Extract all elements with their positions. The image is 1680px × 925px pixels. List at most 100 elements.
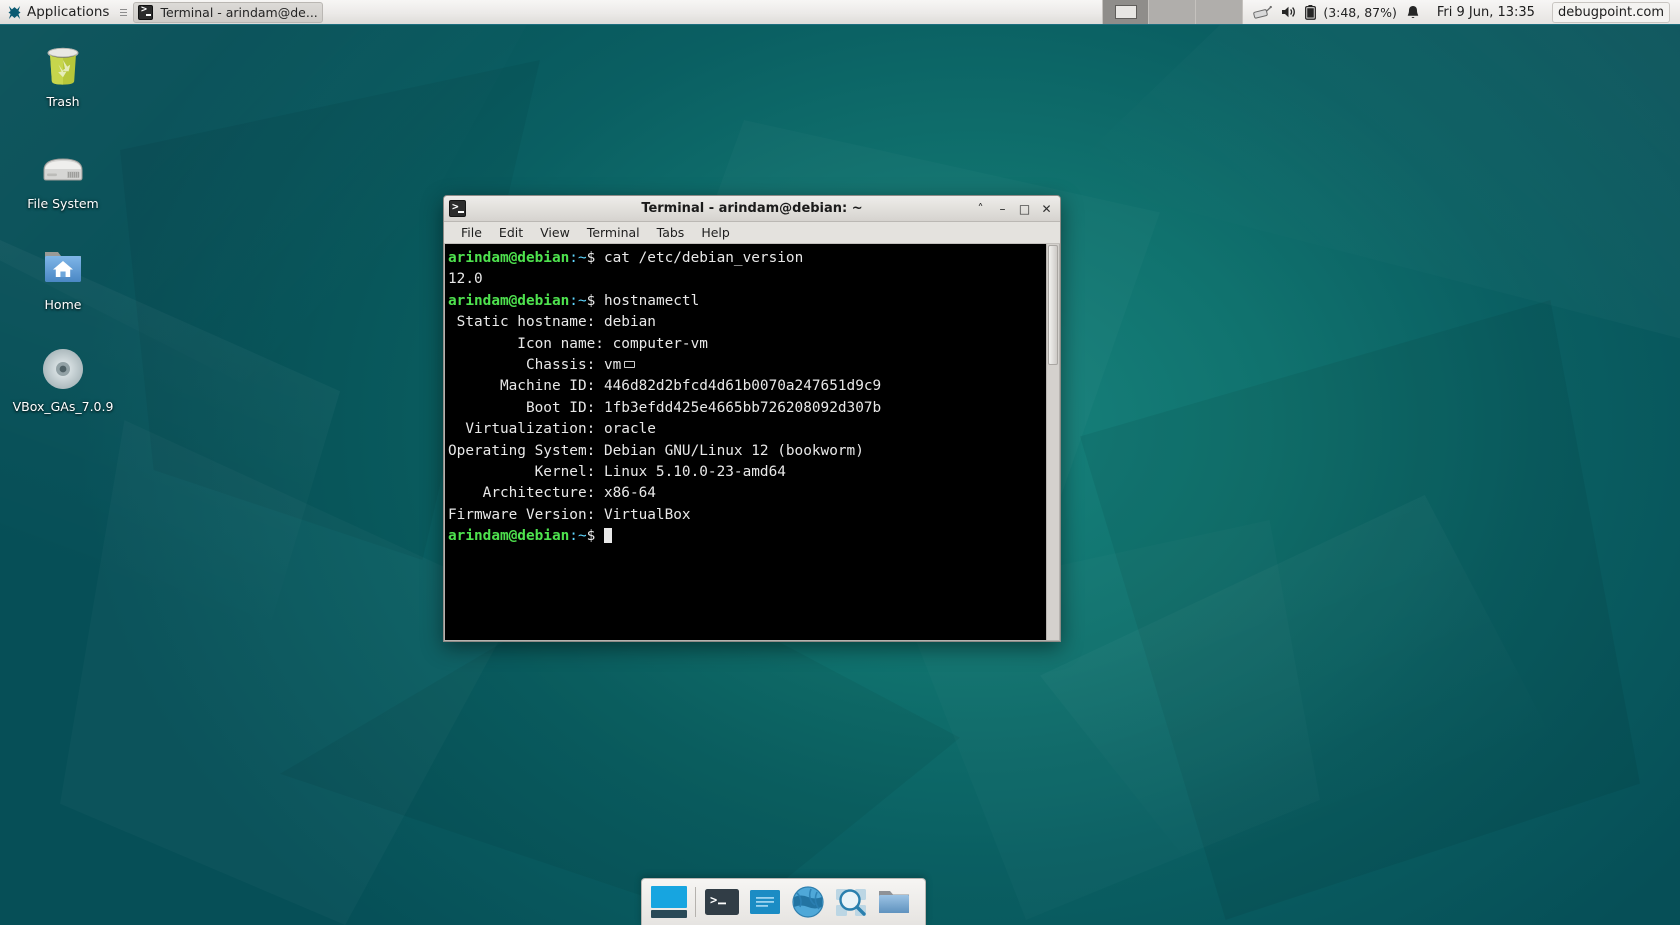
app-finder-launcher[interactable] — [832, 883, 870, 921]
trash-icon — [39, 40, 87, 88]
terminal-cursor — [604, 528, 612, 543]
menu-tabs[interactable]: Tabs — [650, 223, 692, 242]
show-desktop-button[interactable] — [650, 883, 688, 921]
terminal-icon — [138, 5, 153, 20]
prompt-path: :~ — [569, 293, 586, 309]
terminal-line: Virtualization: oracle — [448, 419, 1046, 440]
workspace-1[interactable] — [1102, 0, 1149, 24]
xfce-mouse-icon — [7, 5, 22, 20]
terminal-line: arindam@debian:~$ cat /etc/debian_versio… — [448, 248, 1046, 269]
terminal-command — [595, 528, 604, 544]
workspace-2[interactable] — [1149, 0, 1196, 24]
terminal-scrollbar[interactable] — [1046, 244, 1059, 640]
terminal-window[interactable]: Terminal - arindam@debian: ~ ˄ – □ ✕ Fil… — [443, 195, 1061, 642]
terminal-output-text: Architecture: x86-64 — [448, 485, 656, 501]
desktop-icon-label: File System — [27, 196, 99, 211]
dock: > — [641, 878, 926, 925]
terminal-line: Kernel: Linux 5.10.0-23-amd64 — [448, 462, 1046, 483]
globe-icon — [789, 883, 827, 921]
terminal-line: 12.0 — [448, 269, 1046, 290]
menu-help[interactable]: Help — [694, 223, 737, 242]
terminal-output-text: Operating System: Debian GNU/Linux 12 (b… — [448, 443, 864, 459]
desktop-icon-label: Home — [45, 297, 82, 312]
usb-keyboard-icon[interactable] — [1253, 5, 1272, 20]
workspace-switcher[interactable] — [1102, 0, 1243, 24]
minimize-window-button[interactable]: – — [992, 198, 1013, 219]
desktop-icon-label: VBox_GAs_7.0.9 — [13, 399, 114, 414]
terminal-line: Boot ID: 1fb3efdd425e4665bb726208092d307… — [448, 398, 1046, 419]
top-panel: Applications Terminal - arindam@de... — [0, 0, 1680, 25]
terminal-output-text: 12.0 — [448, 271, 483, 287]
hard-drive-icon — [39, 142, 87, 190]
terminal-output-text: Static hostname: debian — [448, 314, 656, 330]
terminal-line: Operating System: Debian GNU/Linux 12 (b… — [448, 441, 1046, 462]
terminal-output-text: Kernel: Linux 5.10.0-23-amd64 — [448, 464, 786, 480]
terminal-icon: > — [703, 883, 741, 921]
wallpaper-facet — [1060, 0, 1680, 470]
text-editor-launcher[interactable] — [746, 883, 784, 921]
web-browser-launcher[interactable] — [789, 883, 827, 921]
terminal-line: Machine ID: 446d82d2bfcd4d61b0070a247651… — [448, 376, 1046, 397]
terminal-command: cat /etc/debian_version — [595, 250, 803, 266]
shade-window-button[interactable]: ˄ — [970, 198, 991, 219]
text-editor-icon — [746, 883, 784, 921]
terminal-output-text: Icon name: computer-vm — [448, 336, 708, 352]
terminal-line: Icon name: computer-vm — [448, 334, 1046, 355]
chassis-vm-glyph-icon — [624, 361, 635, 368]
terminal-output-text: Boot ID: 1fb3efdd425e4665bb726208092d307… — [448, 400, 881, 416]
terminal-line: Static hostname: debian — [448, 312, 1046, 333]
terminal-line: Architecture: x86-64 — [448, 483, 1046, 504]
dock-separator — [695, 887, 696, 917]
prompt-path: :~ — [569, 528, 586, 544]
prompt-user-host: arindam@debian — [448, 528, 569, 544]
menu-edit[interactable]: Edit — [492, 223, 530, 242]
terminal-output-text: Virtualization: oracle — [448, 421, 656, 437]
system-tray: (3:48, 87%) Fri 9 Jun, 13:35 debugpoint.… — [1243, 0, 1680, 24]
desktop-icon-label: Trash — [46, 94, 79, 109]
prompt-sigil: $ — [587, 250, 596, 266]
battery-icon[interactable] — [1305, 5, 1316, 20]
terminal-menubar: File Edit View Terminal Tabs Help — [444, 222, 1060, 244]
terminal-output-text: Firmware Version: VirtualBox — [448, 507, 691, 523]
terminal-output[interactable]: arindam@debian:~$ cat /etc/debian_versio… — [445, 244, 1046, 640]
taskbar-item-label: Terminal - arindam@de... — [160, 5, 317, 20]
desktop-icon-trash[interactable]: Trash — [8, 40, 118, 109]
magnifier-icon — [832, 883, 870, 921]
workspace-3[interactable] — [1196, 0, 1243, 24]
desktop-icon-home[interactable]: Home — [8, 243, 118, 312]
terminal-titlebar[interactable]: Terminal - arindam@debian: ~ ˄ – □ ✕ — [444, 196, 1060, 222]
desktop-icon-file-system[interactable]: File System — [8, 142, 118, 211]
terminal-line: Chassis: vm — [448, 355, 1046, 376]
wallpaper-facet — [1080, 300, 1640, 920]
terminal-icon — [449, 200, 466, 217]
speaker-icon[interactable] — [1281, 5, 1296, 19]
prompt-sigil: $ — [587, 528, 596, 544]
applications-menu-label: Applications — [27, 4, 109, 20]
prompt-user-host: arindam@debian — [448, 250, 569, 266]
close-window-button[interactable]: ✕ — [1036, 198, 1057, 219]
scrollbar-thumb[interactable] — [1048, 245, 1058, 365]
desktop-icon — [650, 883, 688, 921]
panel-handle[interactable] — [120, 9, 127, 16]
file-manager-launcher[interactable] — [875, 883, 913, 921]
menu-file[interactable]: File — [454, 223, 489, 242]
wallpaper-facet — [0, 240, 340, 780]
terminal-line: arindam@debian:~$ hostnamectl — [448, 291, 1046, 312]
desktop-icon-vbox-guest-additions[interactable]: VBox_GAs_7.0.9 — [8, 345, 118, 414]
terminal-body[interactable]: arindam@debian:~$ cat /etc/debian_versio… — [444, 244, 1060, 641]
folder-icon — [875, 883, 913, 921]
terminal-output-text: Chassis: vm — [448, 357, 621, 373]
home-folder-icon — [39, 243, 87, 291]
bell-icon[interactable] — [1406, 5, 1420, 20]
workspace-window-preview — [1115, 5, 1137, 19]
optical-disc-icon — [39, 345, 87, 393]
menu-view[interactable]: View — [533, 223, 577, 242]
prompt-sigil: $ — [587, 293, 596, 309]
clock[interactable]: Fri 9 Jun, 13:35 — [1429, 5, 1543, 20]
maximize-window-button[interactable]: □ — [1014, 198, 1035, 219]
site-watermark: debugpoint.com — [1552, 2, 1670, 23]
taskbar-item-terminal[interactable]: Terminal - arindam@de... — [133, 2, 323, 23]
terminal-launcher[interactable]: > — [703, 883, 741, 921]
applications-menu-button[interactable]: Applications — [0, 0, 115, 24]
menu-terminal[interactable]: Terminal — [580, 223, 647, 242]
